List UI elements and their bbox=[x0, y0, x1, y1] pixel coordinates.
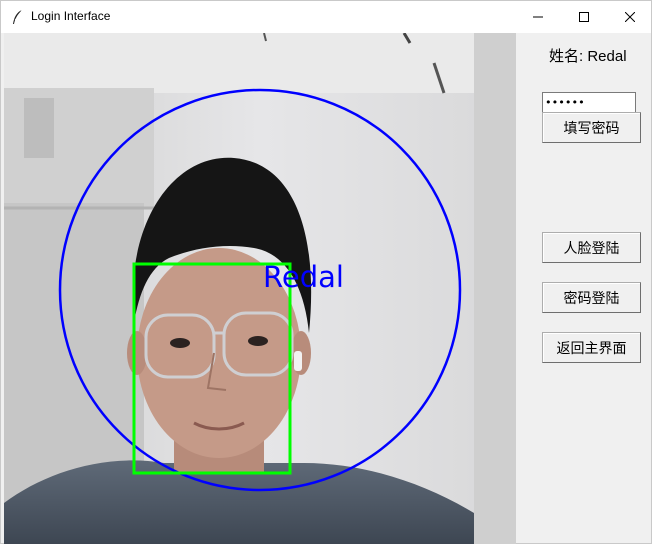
login-window: Login Interface Redal 姓名: Redal 填写密码 人脸登… bbox=[0, 0, 652, 544]
name-label: 姓名: Redal bbox=[549, 48, 627, 65]
face-login-label: 人脸登陆 bbox=[563, 240, 620, 257]
back-main-button[interactable]: 返回主界面 bbox=[542, 332, 641, 363]
fill-password-button[interactable]: 填写密码 bbox=[542, 112, 641, 143]
close-icon bbox=[625, 12, 635, 22]
maximize-button[interactable] bbox=[561, 1, 607, 33]
window-title: Login Interface bbox=[31, 9, 111, 23]
title-bar[interactable]: Login Interface bbox=[1, 1, 651, 33]
minimize-icon bbox=[533, 12, 543, 22]
camera-feed bbox=[4, 33, 516, 544]
back-main-label: 返回主界面 bbox=[556, 340, 627, 357]
maximize-icon bbox=[579, 12, 589, 22]
password-login-button[interactable]: 密码登陆 bbox=[542, 282, 641, 313]
close-button[interactable] bbox=[607, 1, 652, 33]
feather-icon bbox=[11, 9, 25, 25]
overlay-name-text: Redal bbox=[263, 260, 344, 294]
password-field[interactable] bbox=[542, 92, 636, 113]
password-login-label: 密码登陆 bbox=[563, 290, 620, 307]
minimize-button[interactable] bbox=[515, 1, 561, 33]
fill-password-label: 填写密码 bbox=[563, 120, 620, 137]
face-login-button[interactable]: 人脸登陆 bbox=[542, 232, 641, 263]
